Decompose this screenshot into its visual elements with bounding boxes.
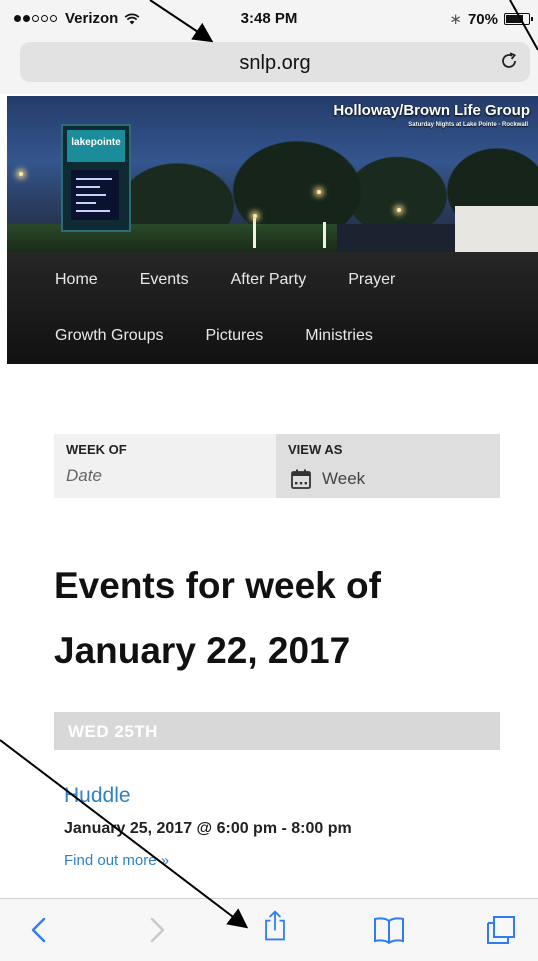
hero-lamp xyxy=(19,172,23,176)
hero-banner: lakepointe Holloway/Brown Life Group Sat… xyxy=(7,96,538,252)
nav-item-after-party[interactable]: After Party xyxy=(231,271,307,289)
hero-subtitle: Saturday Nights at Lake Pointe - Rockwal… xyxy=(408,122,528,128)
day-label: WED 25TH xyxy=(68,722,158,741)
address-bar[interactable]: snlp.org xyxy=(20,42,530,82)
browser-toolbar xyxy=(0,898,538,961)
lakepointe-sign: lakepointe xyxy=(61,124,131,232)
bookmarks-icon[interactable] xyxy=(372,913,406,947)
event-title-link[interactable]: Huddle xyxy=(64,784,131,808)
url-text[interactable]: snlp.org xyxy=(20,52,530,75)
hero-lamp xyxy=(253,214,257,218)
week-of-field[interactable]: WEEK OF Date xyxy=(54,434,276,498)
sign-logo: lakepointe xyxy=(71,137,121,148)
status-bar: Verizon 3:48 PM ∗ 70% xyxy=(0,0,538,38)
find-out-more-link[interactable]: Find out more » xyxy=(64,852,169,869)
hero-title: Holloway/Brown Life Group xyxy=(333,102,530,119)
week-of-label: WEEK OF xyxy=(66,442,127,457)
battery-percent: 70% xyxy=(467,10,498,28)
back-icon[interactable] xyxy=(22,913,56,947)
hero-lamp xyxy=(317,190,321,194)
share-icon[interactable] xyxy=(258,909,292,943)
nav-item-pictures[interactable]: Pictures xyxy=(205,327,263,345)
nav-item-events[interactable]: Events xyxy=(140,271,189,289)
event-time: January 25, 2017 @ 6:00 pm - 8:00 pm xyxy=(64,820,352,837)
nav-item-ministries[interactable]: Ministries xyxy=(305,327,373,345)
hero-house xyxy=(455,206,538,252)
view-as-field[interactable]: VIEW AS Week xyxy=(276,434,500,498)
main-nav: Home Events After Party Prayer Growth Gr… xyxy=(7,252,538,364)
nav-row-2: Growth Groups Pictures Ministries xyxy=(55,308,415,364)
reload-icon[interactable] xyxy=(498,50,520,72)
forward-icon[interactable] xyxy=(140,913,174,947)
view-as-label: VIEW AS xyxy=(288,442,343,457)
nav-row-1: Home Events After Party Prayer xyxy=(55,252,437,308)
date-input[interactable]: Date xyxy=(66,466,102,486)
view-as-value: Week xyxy=(322,469,366,488)
nav-item-growth-groups[interactable]: Growth Groups xyxy=(55,327,163,345)
day-header: WED 25TH xyxy=(54,712,500,750)
battery-icon xyxy=(504,13,533,25)
browser-address-area: snlp.org xyxy=(0,38,538,94)
events-heading: Events for week of January 22, 2017 xyxy=(54,565,381,671)
hero-lamp xyxy=(397,208,401,212)
calendar-icon xyxy=(291,469,311,489)
events-filter-bar: WEEK OF Date VIEW AS Week xyxy=(54,434,500,498)
nav-item-home[interactable]: Home xyxy=(55,271,98,289)
bluetooth-icon: ∗ xyxy=(449,11,462,28)
tabs-icon[interactable] xyxy=(484,913,518,947)
hero-light-pole xyxy=(253,218,256,248)
hero-light-pole xyxy=(323,222,326,248)
status-right: ∗ 70% xyxy=(449,10,533,28)
view-as-selector[interactable]: Week xyxy=(290,468,365,490)
sign-screen xyxy=(71,170,119,220)
nav-item-prayer[interactable]: Prayer xyxy=(348,271,395,289)
